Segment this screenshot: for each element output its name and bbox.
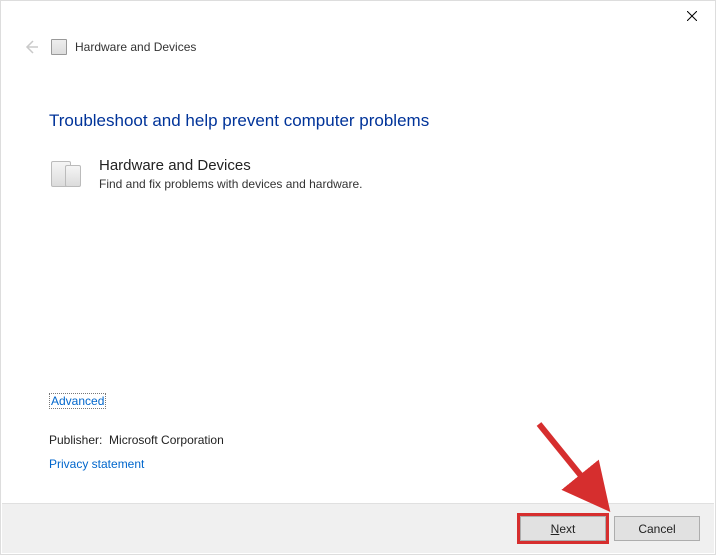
publisher-value: Microsoft Corporation <box>109 433 224 447</box>
cancel-button[interactable]: Cancel <box>614 516 700 541</box>
header: Hardware and Devices <box>1 35 715 73</box>
titlebar <box>1 1 715 35</box>
troubleshooter-icon <box>51 39 67 55</box>
troubleshooter-texts: Hardware and Devices Find and fix proble… <box>99 157 362 191</box>
next-button-rest: ext <box>559 522 575 536</box>
publisher-label: Publisher: <box>49 433 102 447</box>
privacy-statement-link[interactable]: Privacy statement <box>49 457 144 471</box>
header-title: Hardware and Devices <box>75 40 196 54</box>
close-icon <box>687 11 697 21</box>
hardware-devices-icon <box>49 157 85 193</box>
advanced-link[interactable]: Advanced <box>49 393 106 409</box>
close-button[interactable] <box>669 1 715 31</box>
next-button[interactable]: Next <box>520 516 606 541</box>
troubleshooter-description: Find and fix problems with devices and h… <box>99 177 362 191</box>
publisher-row: Publisher: Microsoft Corporation <box>49 433 224 447</box>
footer: Next Cancel <box>2 503 714 553</box>
troubleshooter-item: Hardware and Devices Find and fix proble… <box>49 157 667 193</box>
troubleshooter-title: Hardware and Devices <box>99 157 362 174</box>
page-heading: Troubleshoot and help prevent computer p… <box>49 111 667 131</box>
bottom-block: Advanced Publisher: Microsoft Corporatio… <box>49 393 224 471</box>
back-arrow-icon <box>23 39 39 55</box>
back-button <box>19 35 43 59</box>
annotation-arrow-icon <box>531 416 631 516</box>
content-area: Troubleshoot and help prevent computer p… <box>1 73 715 193</box>
